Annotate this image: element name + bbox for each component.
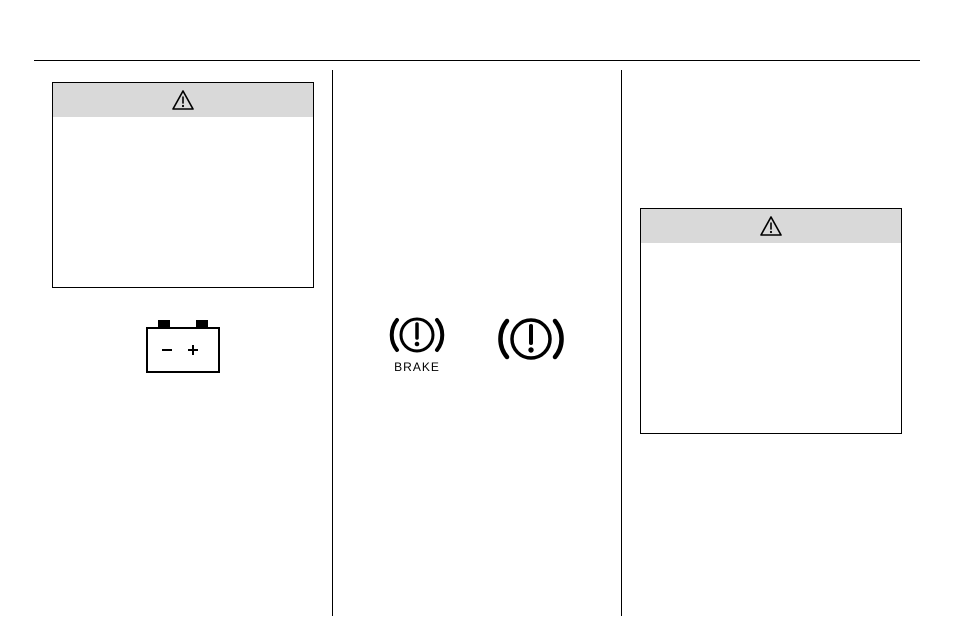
warning-triangle-icon: [760, 216, 782, 236]
warning-triangle-icon: [172, 90, 194, 110]
warning-box-2-body: [641, 243, 901, 433]
battery-icon: [144, 318, 222, 381]
warning-box-1-body: [53, 117, 313, 287]
warning-box-2-header: [641, 209, 901, 243]
warning-box-1: [52, 82, 314, 288]
three-column-layout: BRAKE: [34, 70, 920, 616]
column-1: [34, 70, 332, 616]
warning-box-2: [640, 208, 902, 434]
brake-icons-row: BRAKE: [351, 312, 603, 374]
warning-box-1-header: [53, 83, 313, 117]
brake-warning-icon-2: [493, 312, 569, 366]
column-3: [622, 70, 920, 616]
brake-warning-icon-1: BRAKE: [385, 312, 449, 374]
column-2: BRAKE: [333, 70, 621, 616]
battery-icon-wrap: [52, 318, 314, 381]
brake-label: BRAKE: [394, 360, 440, 374]
page-rule: [34, 60, 920, 61]
